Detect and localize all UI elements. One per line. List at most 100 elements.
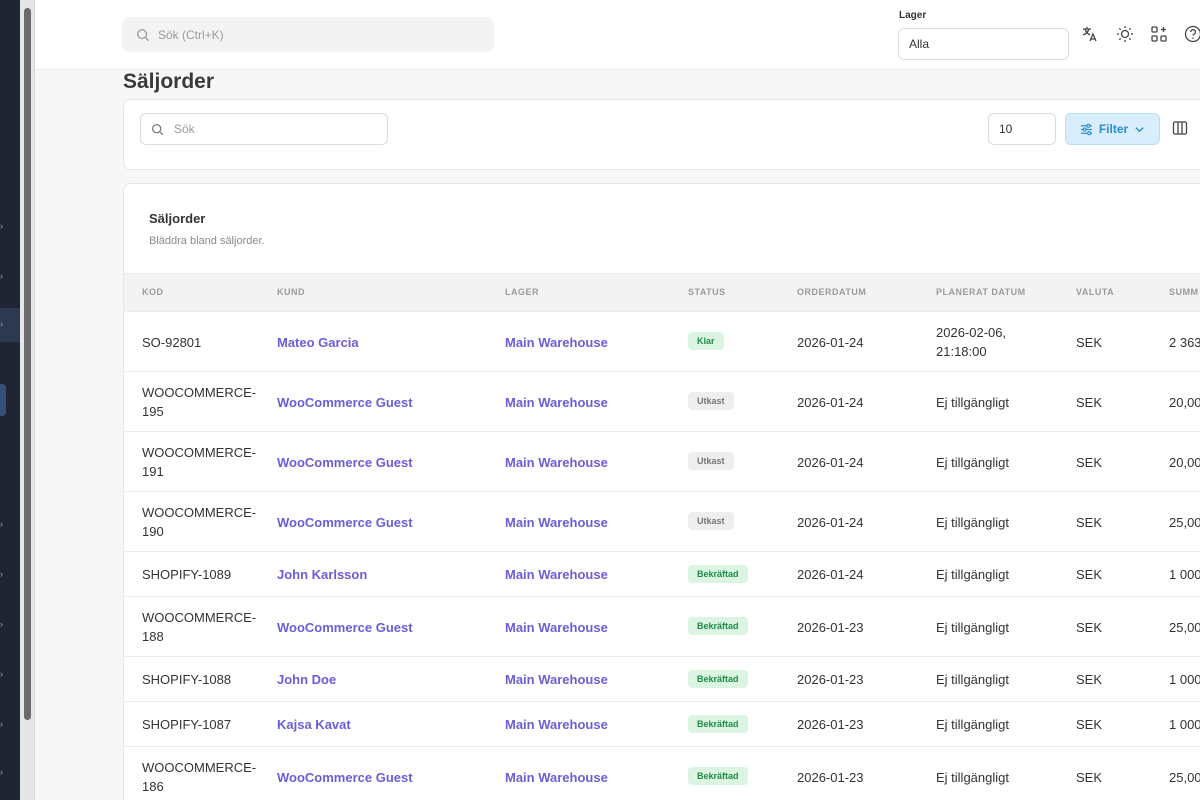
table-row[interactable]: WOOCOMMERCE- 195 WooCommerce Guest Main War… xyxy=(124,372,1200,432)
sidebar-divider xyxy=(34,0,35,800)
customer-link[interactable]: John Doe xyxy=(277,670,336,689)
order-date: 2026-01-23 xyxy=(797,619,864,635)
customer-link[interactable]: WooCommerce Guest xyxy=(277,618,413,637)
currency: SEK xyxy=(1076,619,1103,635)
customer-link[interactable]: WooCommerce Guest xyxy=(277,768,413,787)
columns-icon[interactable] xyxy=(1171,119,1189,137)
currency: SEK xyxy=(1076,334,1103,350)
search-icon xyxy=(152,123,164,135)
toolbar-card: Sök 10 Filter xyxy=(123,99,1200,170)
search-icon xyxy=(137,28,150,41)
status-badge: Utkast xyxy=(688,452,734,470)
column-header-kod[interactable]: KOD xyxy=(142,287,164,297)
planned-date: Ej tillgängligt xyxy=(936,769,1009,785)
warehouse-link[interactable]: Main Warehouse xyxy=(505,618,608,637)
column-header-orderdatum[interactable]: ORDERDATUM xyxy=(797,287,866,297)
status-badge: Klar xyxy=(688,332,724,350)
table-row[interactable]: WOOCOMMERCE- 191 WooCommerce Guest Main War… xyxy=(124,432,1200,492)
order-code: WOOCOMMERCE- 186 xyxy=(142,760,257,794)
table-header: KOD KUND LAGER STATUS ORDERDATUM PLANERAT DAT… xyxy=(124,273,1200,312)
customer-link[interactable]: Mateo Garcia xyxy=(277,333,359,352)
sidebar-active-indicator xyxy=(0,384,6,416)
table-row[interactable]: WOOCOMMERCE- 188 WooCommerce Guest Main War… xyxy=(124,597,1200,657)
table-row[interactable]: SHOPIFY-1089 John Karlsson Main Warehouse B… xyxy=(124,552,1200,597)
sidebar-chevron-icon[interactable]: › xyxy=(0,768,6,777)
customer-link[interactable]: WooCommerce Guest xyxy=(277,453,413,472)
planned-date: Ej tillgängligt xyxy=(936,514,1009,530)
sidebar-chevron-icon[interactable]: › xyxy=(0,520,6,529)
global-search-input[interactable]: Sök (Ctrl+K) xyxy=(122,17,494,52)
table-row[interactable]: SHOPIFY-1088 John Doe Main Warehouse Bekräf… xyxy=(124,657,1200,702)
warehouse-link[interactable]: Main Warehouse xyxy=(505,453,608,472)
order-date: 2026-01-24 xyxy=(797,567,864,582)
table-row[interactable]: WOOCOMMERCE- 190 WooCommerce Guest Main War… xyxy=(124,492,1200,552)
card-subtitle: Bläddra bland säljorder. xyxy=(149,235,265,247)
table-row[interactable]: WOOCOMMERCE- 186 WooCommerce Guest Main War… xyxy=(124,747,1200,800)
global-search-placeholder: Sök (Ctrl+K) xyxy=(158,27,224,42)
currency: SEK xyxy=(1076,672,1103,687)
order-code: WOOCOMMERCE- 188 xyxy=(142,610,257,644)
column-header-summ[interactable]: SUMM xyxy=(1169,287,1199,297)
filter-button[interactable]: Filter xyxy=(1065,113,1160,145)
order-sum: 1 000 xyxy=(1169,672,1200,687)
column-header-valuta[interactable]: VALUTA xyxy=(1076,287,1114,297)
filter-button-label: Filter xyxy=(1098,122,1129,136)
customer-link[interactable]: WooCommerce Guest xyxy=(277,393,413,412)
help-icon[interactable] xyxy=(1183,24,1200,44)
list-search-input[interactable]: Sök xyxy=(140,113,388,145)
order-date: 2026-01-24 xyxy=(797,514,864,530)
table-row[interactable]: SO-92801 Mateo Garcia Main Warehouse Klar 20… xyxy=(124,312,1200,372)
column-header-status[interactable]: STATUS xyxy=(688,287,726,297)
planned-date: Ej tillgängligt xyxy=(936,394,1009,410)
sidebar-chevron-icon[interactable]: › xyxy=(0,272,6,281)
sidebar-chevron-icon[interactable]: › xyxy=(0,570,6,579)
column-header-lager[interactable]: LAGER xyxy=(505,287,539,297)
customer-link[interactable]: John Karlsson xyxy=(277,565,367,584)
sidebar-chevron-icon[interactable]: › xyxy=(0,320,6,329)
translate-icon[interactable] xyxy=(1080,24,1100,44)
warehouse-link[interactable]: Main Warehouse xyxy=(505,513,608,532)
page-size-input[interactable]: 10 xyxy=(988,113,1056,145)
lager-select[interactable]: Alla xyxy=(898,28,1069,60)
warehouse-link[interactable]: Main Warehouse xyxy=(505,670,608,689)
sidebar-chevron-icon[interactable]: › xyxy=(0,670,6,679)
sun-icon[interactable] xyxy=(1115,24,1135,44)
warehouse-link[interactable]: Main Warehouse xyxy=(505,715,608,734)
order-code: SHOPIFY-1089 xyxy=(142,567,232,582)
customer-link[interactable]: WooCommerce Guest xyxy=(277,513,413,532)
warehouse-link[interactable]: Main Warehouse xyxy=(505,393,608,412)
sliders-icon xyxy=(1080,123,1092,135)
card-title: Säljorder xyxy=(149,211,206,226)
warehouse-link[interactable]: Main Warehouse xyxy=(505,333,608,352)
order-sum: 25,00 xyxy=(1169,619,1200,635)
currency: SEK xyxy=(1076,514,1103,530)
warehouse-link[interactable]: Main Warehouse xyxy=(505,768,608,787)
order-code: SHOPIFY-1087 xyxy=(142,717,232,732)
currency: SEK xyxy=(1076,769,1103,785)
list-search-placeholder: Sök xyxy=(174,122,195,136)
order-sum: 1 000 xyxy=(1169,717,1200,732)
sidebar-scrollbar-thumb[interactable] xyxy=(24,8,31,720)
apps-icon[interactable] xyxy=(1149,24,1169,44)
status-badge: Bekräftad xyxy=(688,669,748,688)
status-badge: Bekräftad xyxy=(688,714,748,733)
column-header-kund[interactable]: KUND xyxy=(277,287,305,297)
lager-label: Lager xyxy=(899,10,927,21)
sidebar-chevron-icon[interactable]: › xyxy=(0,720,6,729)
order-date: 2026-01-24 xyxy=(797,454,864,470)
order-date: 2026-01-23 xyxy=(797,769,864,785)
sidebar-chevron-icon[interactable]: › xyxy=(0,222,6,231)
sidebar-chevron-icon[interactable]: › xyxy=(0,620,6,629)
warehouse-link[interactable]: Main Warehouse xyxy=(505,565,608,584)
planned-date: Ej tillgängligt xyxy=(936,619,1009,635)
order-date: 2026-01-23 xyxy=(797,717,864,732)
table-row[interactable]: SHOPIFY-1087 Kajsa Kavat Main Warehouse Bek… xyxy=(124,702,1200,747)
page-title: Säljorder xyxy=(123,70,215,93)
currency: SEK xyxy=(1076,394,1103,410)
order-sum: 25,00 xyxy=(1169,769,1200,785)
currency: SEK xyxy=(1076,567,1103,582)
column-header-planerat-datum[interactable]: PLANERAT DATUM xyxy=(936,287,1026,297)
order-code: WOOCOMMERCE- 191 xyxy=(142,445,257,479)
order-sum: 20,00 xyxy=(1169,454,1200,470)
customer-link[interactable]: Kajsa Kavat xyxy=(277,715,351,734)
